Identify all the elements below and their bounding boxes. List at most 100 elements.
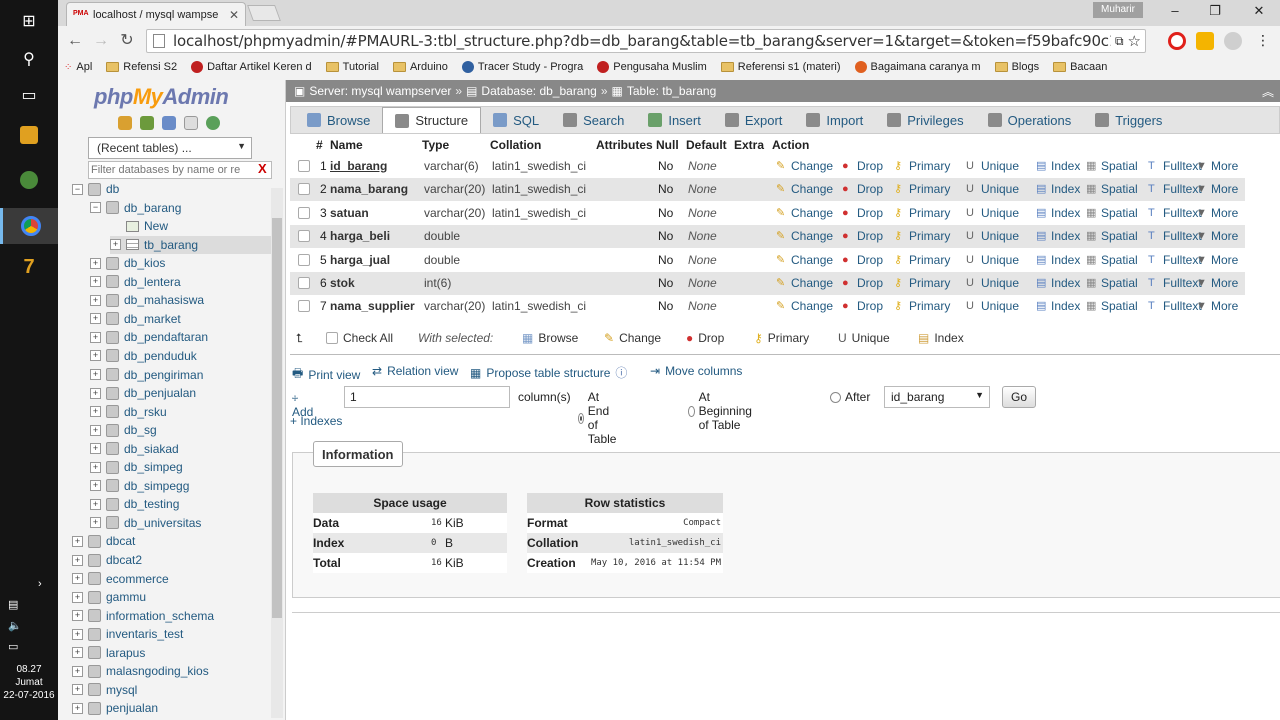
tab-search[interactable]: Search bbox=[551, 107, 636, 133]
tab-sql[interactable]: SQL bbox=[481, 107, 551, 133]
action-change[interactable]: ✎ Change bbox=[776, 229, 833, 243]
app-icon-1[interactable] bbox=[14, 120, 44, 150]
tree-db-item[interactable]: + dbcat2 bbox=[72, 551, 142, 569]
row-checkbox[interactable] bbox=[298, 183, 310, 196]
tree-db-item[interactable]: + db_universitas bbox=[90, 514, 201, 532]
tree-db-item[interactable]: + db_simpeg bbox=[90, 458, 183, 476]
expand-icon[interactable]: + bbox=[90, 517, 101, 529]
tree-db-item[interactable]: + db_pendaftaran bbox=[90, 328, 208, 346]
extension-cloud-icon[interactable] bbox=[1224, 32, 1242, 50]
action-more[interactable]: ▼ More bbox=[1196, 229, 1238, 243]
action-spatial[interactable]: ▦ Spatial bbox=[1086, 182, 1138, 196]
action-unique[interactable]: U Unique bbox=[966, 253, 1019, 267]
action-unique[interactable]: U Unique bbox=[966, 182, 1019, 196]
bookmark-item[interactable]: Pengusaha Muslim bbox=[597, 61, 707, 73]
tree-db-item[interactable]: + db_rsku bbox=[90, 403, 167, 421]
tab-operations[interactable]: Operations bbox=[976, 107, 1084, 133]
tree-table-item[interactable]: + tb_barang bbox=[110, 235, 272, 254]
action-drop[interactable]: ● Drop bbox=[842, 253, 883, 267]
action-change[interactable]: ✎ Change bbox=[776, 253, 833, 267]
action-change[interactable]: ✎ Change bbox=[776, 159, 833, 173]
chrome-taskbar-icon[interactable] bbox=[0, 208, 58, 244]
action-index[interactable]: ▤ Index bbox=[1036, 182, 1080, 196]
action-more[interactable]: ▼ More bbox=[1196, 276, 1238, 290]
action-spatial[interactable]: ▦ Spatial bbox=[1086, 276, 1138, 290]
bookmark-item[interactable]: Bacaan bbox=[1053, 61, 1107, 73]
reload-nav-icon[interactable] bbox=[206, 116, 220, 130]
indexes-toggle[interactable]: + Indexes bbox=[290, 414, 342, 428]
action-spatial[interactable]: ▦ Spatial bbox=[1086, 159, 1138, 173]
add-count-input[interactable]: 1 bbox=[344, 386, 510, 408]
action-primary[interactable]: ⚷ Primary bbox=[894, 253, 950, 267]
windows-start-icon[interactable]: ⊞ bbox=[14, 6, 44, 36]
tab-close-icon[interactable]: ✕ bbox=[229, 8, 239, 22]
address-bar[interactable]: localhost/phpmyadmin/#PMAURL-3:tbl_struc… bbox=[146, 29, 1146, 53]
action-more[interactable]: ▼ More bbox=[1196, 299, 1238, 313]
app-icon-3[interactable]: 7 bbox=[14, 252, 44, 282]
action-drop[interactable]: ● Drop bbox=[842, 182, 883, 196]
with-selected-index[interactable]: ▤ Index bbox=[918, 331, 964, 345]
breadcrumb-table[interactable]: Table: tb_barang bbox=[627, 84, 716, 98]
tree-db-item[interactable]: + db_pengiriman bbox=[90, 366, 203, 384]
row-checkbox[interactable] bbox=[298, 230, 310, 243]
collapse-icon[interactable]: ︽ bbox=[1262, 83, 1274, 100]
collapse-tree-icon[interactable]: − bbox=[90, 202, 101, 214]
volume-icon[interactable]: 🔈 bbox=[8, 619, 42, 632]
action-drop[interactable]: ● Drop bbox=[842, 206, 883, 220]
bookmark-item[interactable]: ⁘ Apl bbox=[64, 61, 92, 73]
expand-icon[interactable]: + bbox=[72, 628, 83, 640]
expand-icon[interactable]: + bbox=[72, 665, 83, 677]
tree-db-item[interactable]: − db bbox=[72, 180, 119, 198]
docs-icon[interactable] bbox=[184, 116, 198, 130]
expand-icon[interactable]: + bbox=[72, 610, 83, 622]
filter-databases-input[interactable] bbox=[88, 161, 272, 179]
action-index[interactable]: ▤ Index bbox=[1036, 206, 1080, 220]
action-spatial[interactable]: ▦ Spatial bbox=[1086, 229, 1138, 243]
action-drop[interactable]: ● Drop bbox=[842, 276, 883, 290]
taskbar-clock[interactable]: 08.27 Jumat 22-07-2016 bbox=[0, 663, 58, 702]
expand-icon[interactable]: + bbox=[90, 294, 101, 306]
tab-insert[interactable]: Insert bbox=[636, 107, 713, 133]
tree-db-item[interactable]: + db_lentera bbox=[90, 273, 181, 291]
reload-icon[interactable]: ↻ bbox=[118, 32, 136, 50]
tree-db-item[interactable]: + db_simpegg bbox=[90, 477, 189, 495]
expand-icon[interactable]: + bbox=[72, 647, 83, 659]
action-index[interactable]: ▤ Index bbox=[1036, 253, 1080, 267]
new-tab-button[interactable] bbox=[247, 5, 281, 21]
restore-icon[interactable]: ❐ bbox=[1200, 3, 1230, 21]
action-index[interactable]: ▤ Index bbox=[1036, 276, 1080, 290]
forward-icon[interactable]: → bbox=[92, 32, 110, 50]
action-index[interactable]: ▤ Index bbox=[1036, 229, 1080, 243]
action-unique[interactable]: U Unique bbox=[966, 229, 1019, 243]
row-checkbox[interactable] bbox=[298, 160, 310, 172]
expand-icon[interactable]: + bbox=[72, 535, 83, 547]
recent-tables-select[interactable]: (Recent tables) ... ▼ bbox=[88, 137, 252, 159]
expand-icon[interactable]: + bbox=[90, 313, 101, 325]
action-spatial[interactable]: ▦ Spatial bbox=[1086, 206, 1138, 220]
radio-icon[interactable] bbox=[578, 412, 584, 424]
action-primary[interactable]: ⚷ Primary bbox=[894, 276, 950, 290]
expand-icon[interactable]: + bbox=[90, 387, 101, 399]
bookmark-item[interactable]: Tracer Study - Progra bbox=[461, 61, 583, 73]
with-selected-change[interactable]: ✎ Change bbox=[604, 331, 661, 345]
action-unique[interactable]: U Unique bbox=[966, 276, 1019, 290]
expand-icon[interactable]: + bbox=[90, 276, 101, 288]
tree-new-item[interactable]: New bbox=[110, 217, 168, 235]
action-change[interactable]: ✎ Change bbox=[776, 182, 833, 196]
tree-db-item[interactable]: − db_barang bbox=[90, 199, 181, 217]
action-index[interactable]: ▤ Index bbox=[1036, 299, 1080, 313]
tab-export[interactable]: Export bbox=[713, 107, 795, 133]
expand-icon[interactable]: + bbox=[90, 498, 101, 510]
action-primary[interactable]: ⚷ Primary bbox=[894, 159, 950, 173]
expand-icon[interactable]: + bbox=[90, 406, 101, 418]
action-fulltext[interactable]: T Fulltext bbox=[1148, 253, 1202, 267]
sql-docs-icon[interactable] bbox=[162, 116, 176, 130]
bookmark-item[interactable]: Referensi s1 (materi) bbox=[720, 61, 841, 73]
relation-view-link[interactable]: ⇄ Relation view bbox=[372, 364, 458, 378]
app-icon-2[interactable] bbox=[14, 165, 44, 195]
opera-extension-icon[interactable] bbox=[1168, 32, 1186, 50]
translate-icon[interactable]: ⧉ bbox=[1115, 34, 1124, 49]
propose-structure-link[interactable]: ▦ Propose table structure ⓘ bbox=[470, 364, 627, 381]
exit-icon[interactable] bbox=[140, 116, 154, 130]
action-primary[interactable]: ⚷ Primary bbox=[894, 182, 950, 196]
